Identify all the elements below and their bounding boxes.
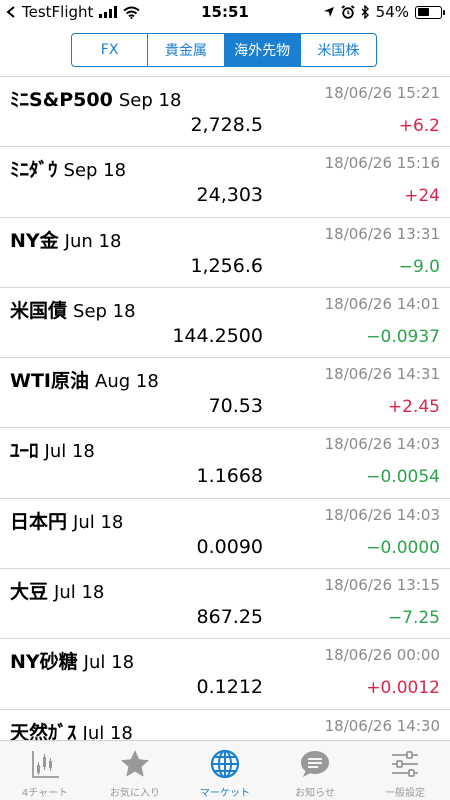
quote-row-mini-sp500[interactable]: ﾐﾆS&P500 Sep 18 18/06/26 15:21 2,728.5 +6… (0, 77, 450, 148)
instrument-name: NY金 (10, 229, 59, 252)
segment-fx[interactable]: FX (72, 34, 149, 66)
quote-row-mini-dow[interactable]: ﾐﾆﾀﾞｳ Sep 18 18/06/26 15:16 24,303 +24 (0, 147, 450, 218)
instrument-name: ﾕｰﾛ (10, 440, 39, 463)
alarm-clock-icon (341, 5, 355, 19)
quote-change: +2.45 (387, 397, 440, 418)
quote-time: 18/06/26 14:31 (324, 365, 440, 384)
tab-label: お気に入り (110, 788, 160, 799)
quote-time: 18/06/26 15:16 (324, 154, 440, 173)
quote-change: −0.0000 (366, 537, 440, 558)
instrument-name: 日本円 (10, 510, 68, 533)
contract-month: Jul 18 (44, 441, 95, 463)
market-category-segmented-control: FX 貴金属 海外先物 米国株 (71, 33, 377, 67)
quote-price: 70.53 (208, 395, 263, 418)
quote-change: −0.0054 (366, 467, 440, 488)
quote-change: +24 (404, 186, 440, 207)
quote-row-ny-sugar[interactable]: NY砂糖 Jul 18 18/06/26 00:00 0.1212 +0.0012 (0, 639, 450, 710)
bluetooth-icon (361, 5, 369, 19)
contract-month: Jun 18 (64, 230, 122, 252)
tab-notifications[interactable]: お知らせ (270, 741, 360, 800)
quote-row-euro[interactable]: ﾕｰﾛ Jul 18 18/06/26 14:03 1.1668 −0.0054 (0, 428, 450, 499)
quote-price: 1,256.6 (190, 254, 263, 277)
speech-bubble-icon (301, 751, 329, 777)
contract-month: Sep 18 (73, 300, 136, 322)
quote-change: +0.0012 (366, 678, 440, 699)
instrument-name: 米国債 (10, 299, 68, 322)
quote-list[interactable]: ﾐﾆS&P500 Sep 18 18/06/26 15:21 2,728.5 +6… (0, 77, 450, 740)
status-bar: TestFlight 15:51 54% (0, 0, 450, 26)
quote-change: −0.0937 (366, 326, 440, 347)
contract-month: Sep 18 (63, 160, 127, 182)
quote-price: 1.1668 (196, 465, 263, 488)
tab-label: マーケット (200, 788, 250, 799)
contract-month: Sep 18 (118, 90, 182, 111)
tab-favorites[interactable]: お気に入り (90, 741, 180, 800)
battery-icon (415, 5, 445, 19)
quote-time: 18/06/26 14:03 (324, 435, 440, 454)
contract-month: Jul 18 (73, 511, 124, 533)
quote-row-wti-crude[interactable]: WTI原油 Aug 18 18/06/26 14:31 70.53 +2.45 (0, 358, 450, 429)
contract-month: Jul 18 (82, 722, 133, 740)
quote-price: 0.1212 (196, 676, 263, 699)
sliders-icon (392, 751, 418, 777)
instrument-name: ﾐﾆﾀﾞｳ (10, 159, 58, 182)
location-arrow-icon (323, 7, 334, 17)
quote-row-soybeans[interactable]: 大豆 Jul 18 18/06/26 13:15 867.25 −7.25 (0, 569, 450, 640)
contract-month: Aug 18 (95, 371, 159, 393)
quote-change: −9.0 (398, 256, 440, 277)
quote-price: 2,728.5 (190, 114, 263, 136)
chart-icon (32, 751, 59, 778)
battery-percent: 54% (375, 3, 409, 21)
quote-row-japanese-yen[interactable]: 日本円 Jul 18 18/06/26 14:03 0.0090 −0.0000 (0, 499, 450, 570)
globe-icon (210, 749, 240, 779)
quote-price: 0.0090 (196, 535, 263, 558)
quote-time: 18/06/26 14:01 (324, 294, 440, 313)
quote-time: 18/06/26 00:00 (324, 646, 440, 665)
tab-4-chart[interactable]: 4チャート (0, 741, 90, 800)
segment-overseas-futures[interactable]: 海外先物 (224, 34, 301, 66)
tab-bar: 4チャート お気に入り マーケット お知らせ 一般設定 (0, 740, 450, 800)
quote-price: 24,303 (196, 184, 263, 207)
tab-label: お知らせ (295, 788, 335, 799)
instrument-name: ﾐﾆS&P500 (10, 89, 113, 111)
quote-time: 18/06/26 14:30 (324, 716, 440, 735)
quote-price: 144.2500 (172, 324, 263, 347)
instrument-name: WTI原油 (10, 370, 89, 393)
star-icon (121, 750, 149, 777)
quote-change: +6.2 (398, 116, 440, 136)
status-right: 54% (323, 3, 445, 21)
segment-precious-metals[interactable]: 貴金属 (148, 34, 225, 66)
quote-time: 18/06/26 13:15 (324, 576, 440, 595)
quote-row-ny-gold[interactable]: NY金 Jun 18 18/06/26 13:31 1,256.6 −9.0 (0, 218, 450, 288)
battery-level (417, 8, 430, 16)
contract-month: Jul 18 (54, 582, 105, 604)
quote-change: −7.25 (387, 608, 440, 629)
quote-row-natural-gas[interactable]: 天然ｶﾞｽ Jul 18 18/06/26 14:30 (0, 710, 450, 740)
segment-us-stocks[interactable]: 米国株 (301, 34, 376, 66)
instrument-name: 大豆 (10, 581, 49, 604)
tab-label: 4チャート (21, 788, 69, 799)
tab-general-settings[interactable]: 一般設定 (360, 741, 450, 800)
quote-row-us-treasury[interactable]: 米国債 Sep 18 18/06/26 14:01 144.2500 −0.093… (0, 288, 450, 359)
instrument-name: 天然ｶﾞｽ (10, 721, 77, 740)
tab-market[interactable]: マーケット (180, 741, 270, 800)
quote-time: 18/06/26 15:21 (324, 84, 440, 102)
quote-time: 18/06/26 14:03 (324, 505, 440, 524)
tab-label: 一般設定 (385, 788, 425, 799)
contract-month: Jul 18 (83, 652, 135, 674)
instrument-name: NY砂糖 (10, 651, 78, 674)
quote-price: 867.25 (196, 606, 263, 629)
quote-time: 18/06/26 13:31 (324, 224, 440, 243)
